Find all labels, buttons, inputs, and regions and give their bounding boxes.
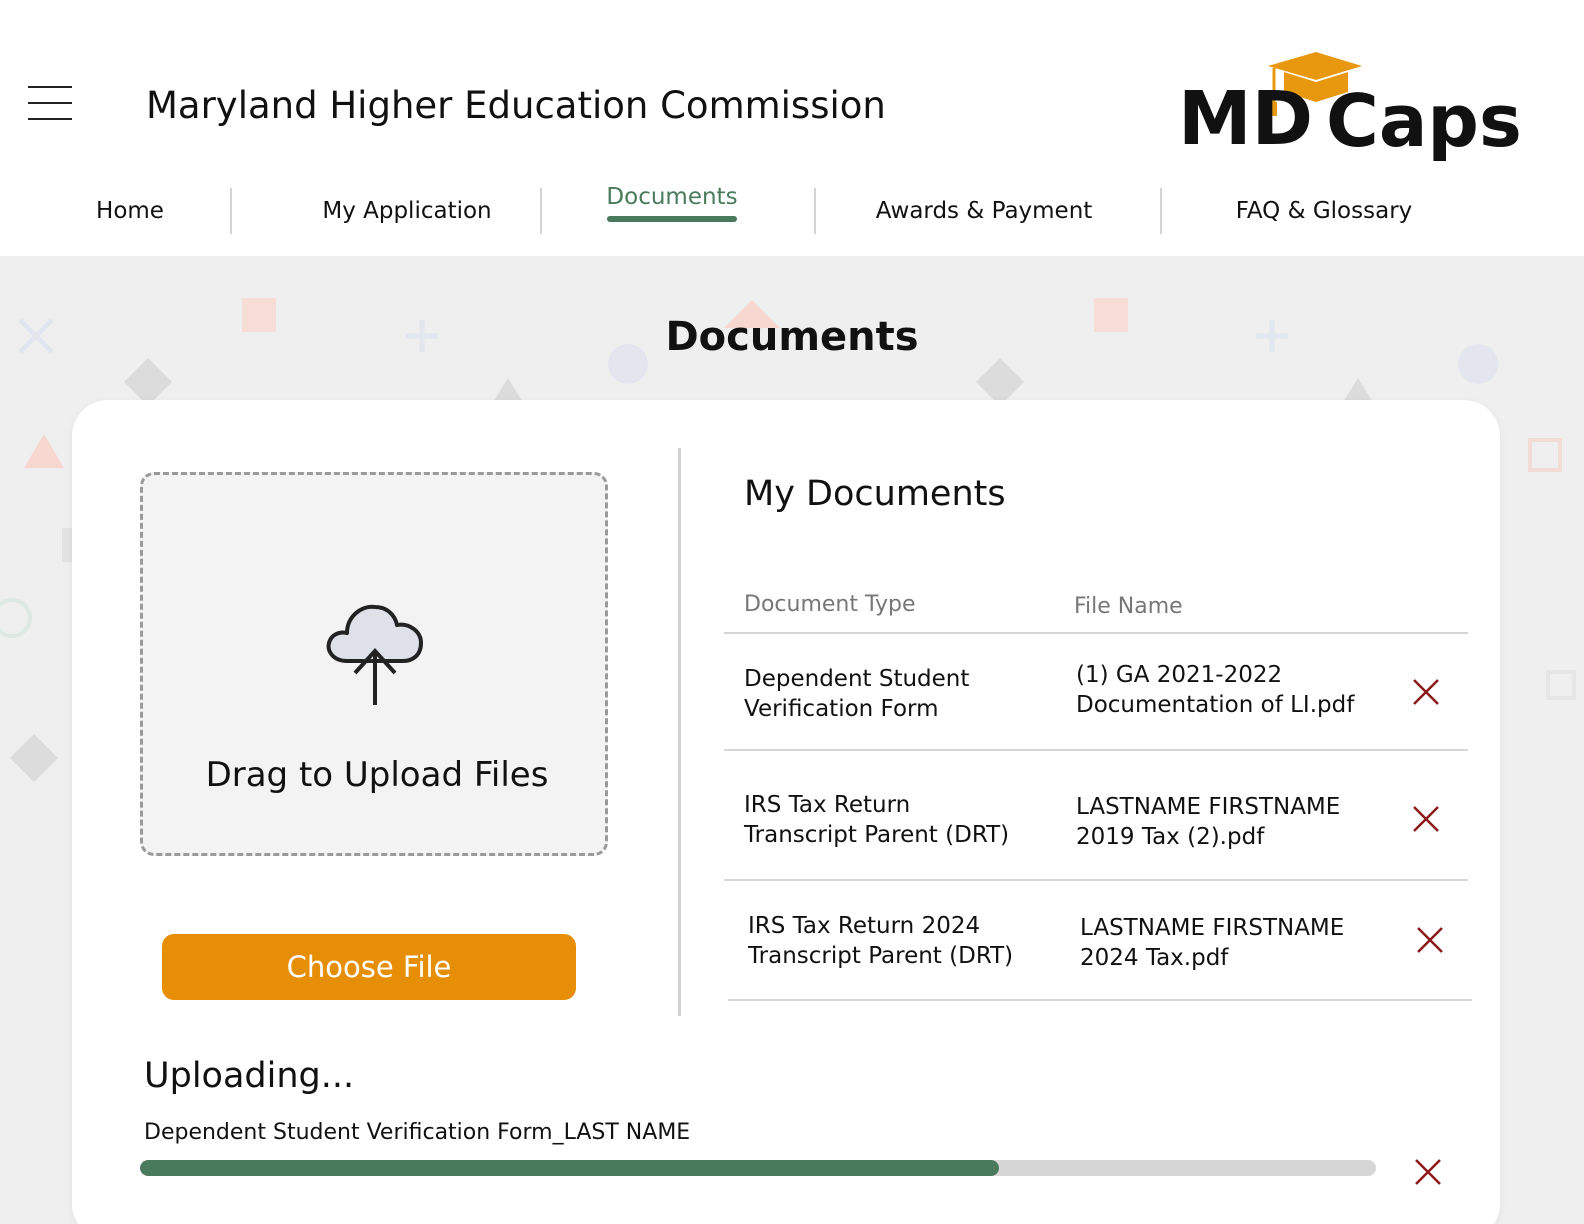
table-header-divider bbox=[724, 632, 1468, 634]
delete-document-close-icon[interactable] bbox=[1410, 676, 1442, 708]
cloud-upload-icon bbox=[326, 604, 423, 705]
document-type-line: Verification Form bbox=[744, 696, 939, 722]
logo-text-caps: Caps bbox=[1326, 79, 1522, 163]
document-type-line: Transcript Parent (DRT) bbox=[748, 943, 1014, 969]
nav-documents-label: Documents bbox=[606, 184, 738, 210]
hamburger-menu-icon[interactable] bbox=[28, 84, 72, 122]
nav-home[interactable]: Home bbox=[40, 180, 220, 240]
file-name-line: 2019 Tax (2).pdf bbox=[1076, 824, 1265, 850]
main-nav: Home My Application Documents Awards & P… bbox=[0, 180, 1584, 240]
table-row-document-type: Dependent Student Verification Form bbox=[744, 664, 969, 724]
choose-file-button[interactable]: Choose File bbox=[162, 934, 576, 1000]
file-name-line: 2024 Tax.pdf bbox=[1080, 945, 1229, 971]
upload-progress-fill bbox=[140, 1160, 1000, 1176]
panel-divider bbox=[678, 448, 681, 1016]
table-row-file-name: LASTNAME FIRSTNAME 2019 Tax (2).pdf bbox=[1076, 792, 1340, 852]
nav-divider bbox=[1160, 188, 1162, 234]
nav-divider bbox=[814, 188, 816, 234]
table-row-document-type: IRS Tax Return 2024 Transcript Parent (D… bbox=[748, 911, 1013, 971]
nav-my-application-label: My Application bbox=[322, 198, 492, 224]
upload-progress-bar bbox=[140, 1160, 1376, 1176]
nav-awards-payment-label: Awards & Payment bbox=[875, 198, 1093, 224]
file-name-line: LASTNAME FIRSTNAME bbox=[1080, 915, 1345, 941]
dropzone-label: Drag to Upload Files bbox=[205, 755, 549, 795]
column-header-file-name: File Name bbox=[1074, 594, 1183, 619]
nav-documents[interactable]: Documents bbox=[572, 180, 772, 240]
column-header-document-type: Document Type bbox=[744, 592, 916, 617]
nav-active-indicator bbox=[607, 216, 737, 222]
header: Maryland Higher Education Commission MD … bbox=[0, 0, 1584, 256]
org-title: Maryland Higher Education Commission bbox=[146, 84, 886, 127]
cancel-upload-close-icon[interactable] bbox=[1412, 1156, 1444, 1188]
document-type-line: Transcript Parent (DRT) bbox=[744, 822, 1010, 848]
my-documents-title: My Documents bbox=[744, 474, 1006, 514]
document-type-line: Dependent Student bbox=[744, 666, 970, 692]
uploading-file-name: Dependent Student Verification Form_LAST… bbox=[144, 1120, 691, 1145]
table-row-divider bbox=[724, 749, 1468, 751]
table-row-divider bbox=[724, 879, 1468, 881]
table-row-divider bbox=[728, 999, 1472, 1001]
documents-card: Drag to Upload Files Choose File My Docu… bbox=[72, 400, 1500, 1224]
delete-document-close-icon[interactable] bbox=[1414, 924, 1446, 956]
nav-divider bbox=[230, 188, 232, 234]
document-type-line: IRS Tax Return 2024 bbox=[748, 913, 981, 939]
file-name-line: Documentation of LI.pdf bbox=[1076, 692, 1355, 718]
delete-document-close-icon[interactable] bbox=[1410, 803, 1442, 835]
page-title: Documents bbox=[665, 314, 919, 360]
file-name-line: (1) GA 2021-2022 bbox=[1076, 662, 1283, 688]
nav-divider bbox=[540, 188, 542, 234]
table-row-document-type: IRS Tax Return Transcript Parent (DRT) bbox=[744, 790, 1009, 850]
uploading-title: Uploading... bbox=[144, 1056, 355, 1096]
nav-faq-glossary-label: FAQ & Glossary bbox=[1235, 198, 1413, 224]
nav-my-application[interactable]: My Application bbox=[290, 180, 524, 240]
logo-text-md: MD bbox=[1178, 76, 1313, 162]
md-caps-logo[interactable]: MD Caps bbox=[1176, 46, 1526, 170]
file-name-line: LASTNAME FIRSTNAME bbox=[1076, 794, 1341, 820]
nav-awards-payment[interactable]: Awards & Payment bbox=[856, 180, 1112, 240]
nav-home-label: Home bbox=[96, 198, 164, 224]
table-row-file-name: (1) GA 2021-2022 Documentation of LI.pdf bbox=[1076, 660, 1354, 720]
document-type-line: IRS Tax Return bbox=[744, 792, 911, 818]
upload-dropzone[interactable]: Drag to Upload Files bbox=[140, 472, 608, 856]
table-row-file-name: LASTNAME FIRSTNAME 2024 Tax.pdf bbox=[1080, 913, 1344, 973]
nav-faq-glossary[interactable]: FAQ & Glossary bbox=[1214, 180, 1434, 240]
